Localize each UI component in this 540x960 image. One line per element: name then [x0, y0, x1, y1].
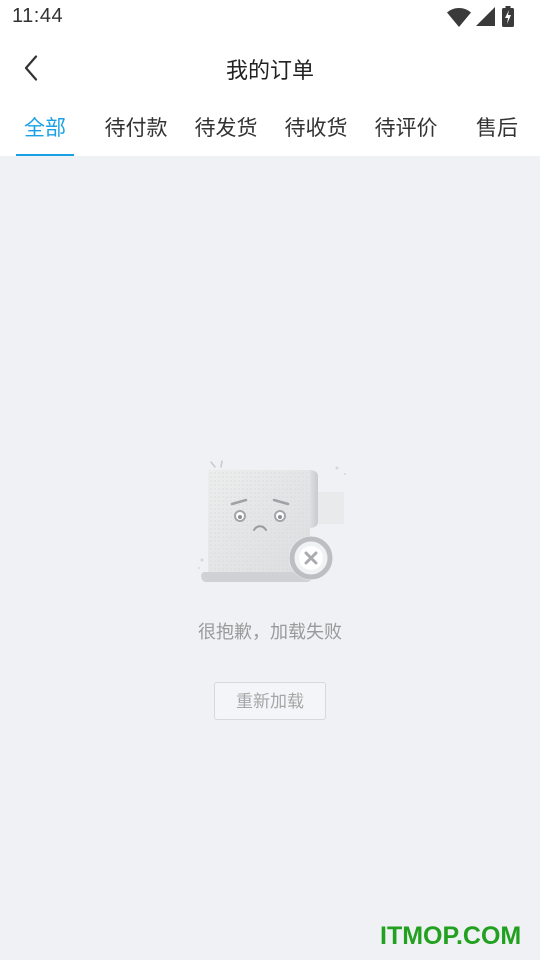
tab-all[interactable]: 全部 — [16, 100, 74, 156]
tab-pending-review[interactable]: 待评价 — [370, 100, 442, 156]
reload-button[interactable]: 重新加载 — [214, 682, 326, 720]
cell-signal-icon — [476, 7, 495, 26]
battery-charging-icon — [502, 6, 514, 27]
watermark-logo: ITMOP.COM — [380, 922, 522, 950]
tab-pending-payment[interactable]: 待付款 — [100, 100, 172, 156]
header: 我的订单 — [0, 36, 540, 100]
load-failed-message: 很抱歉，加载失败 — [198, 622, 342, 643]
top-bar: 11:44 我的订单 全部 待付款 待发货 待收货 待评价 售后 — [0, 0, 540, 156]
sad-document-error-icon — [198, 460, 346, 582]
order-tabs: 全部 待付款 待发货 待收货 待评价 售后 — [0, 100, 540, 156]
wifi-icon — [447, 8, 471, 27]
status-bar: 11:44 — [0, 0, 540, 36]
page-title: 我的订单 — [225, 59, 314, 84]
status-time: 11:44 — [12, 5, 64, 27]
tab-pending-shipment[interactable]: 待发货 — [190, 100, 262, 156]
tab-pending-receipt[interactable]: 待收货 — [280, 100, 352, 156]
tab-after-sales[interactable]: 售后 — [468, 100, 526, 156]
